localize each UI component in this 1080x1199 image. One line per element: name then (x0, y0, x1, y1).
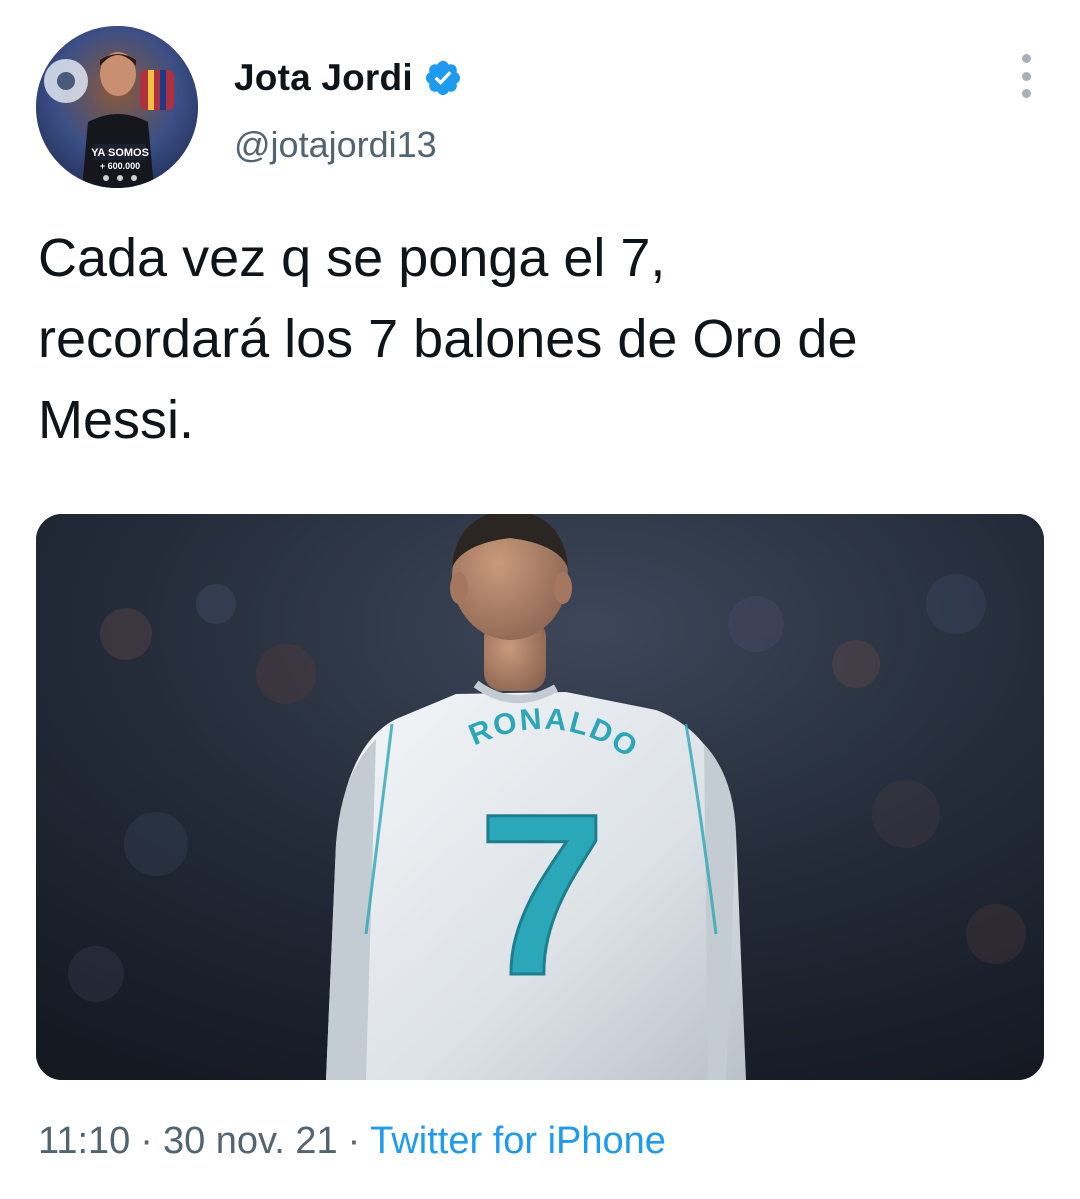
tweet-date[interactable]: 30 nov. 21 (163, 1120, 338, 1162)
tweet-media[interactable]: RONALDO 7 (36, 514, 1044, 1080)
more-dot (1021, 54, 1031, 63)
author-names: Jota Jordi @jotajordi13 (234, 52, 463, 166)
tweet: YA SOMOS + 600.000 Jota Jordi @jotajordi… (0, 0, 1080, 1199)
meta-separator: · (347, 1120, 361, 1162)
avatar-text-1: YA SOMOS (91, 147, 149, 159)
more-dot (1021, 71, 1031, 81)
tweet-meta: 11:10 · 30 nov. 21 · Twitter for iPhone (38, 1120, 666, 1163)
more-options-icon[interactable] (1008, 54, 1044, 98)
more-dot (1021, 89, 1031, 98)
display-name-row: Jota Jordi (234, 52, 463, 104)
tweet-source-link[interactable]: Twitter for iPhone (370, 1120, 666, 1162)
verified-badge-icon (425, 60, 460, 96)
user-handle[interactable]: @jotajordi13 (234, 124, 463, 166)
tweet-time[interactable]: 11:10 (38, 1120, 130, 1162)
tweet-header: YA SOMOS + 600.000 Jota Jordi @jotajordi… (36, 26, 1044, 190)
display-name[interactable]: Jota Jordi (234, 57, 413, 99)
media-photo: RONALDO 7 (36, 514, 1044, 1080)
jersey-number: 7 (478, 766, 606, 1023)
avatar-text-2: + 600.000 (100, 161, 140, 171)
avatar-image: YA SOMOS + 600.000 (36, 26, 198, 188)
tweet-text: Cada vez q se ponga el 7, recordará los … (38, 228, 858, 450)
meta-separator: · (140, 1120, 153, 1162)
avatar[interactable]: YA SOMOS + 600.000 (36, 26, 198, 188)
